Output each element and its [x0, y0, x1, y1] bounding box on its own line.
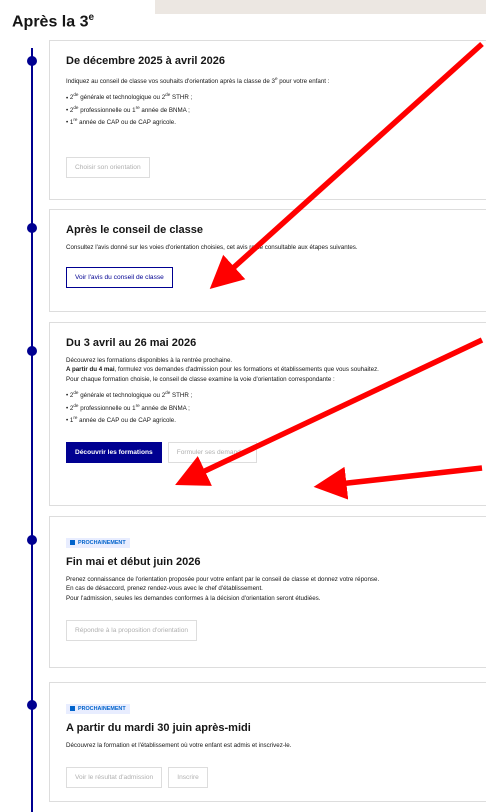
step-title: Après le conseil de classe: [66, 224, 203, 236]
info-icon: [70, 706, 75, 712]
option-item: 2de professionnelle ou 1re année de BNMA…: [66, 103, 486, 115]
timeline-rail: [31, 48, 33, 812]
option-item: 1re année de CAP ou de CAP agricole.: [66, 115, 486, 127]
info-icon: [70, 540, 75, 546]
step-intro: Indiquez au conseil de classe vos souhai…: [66, 74, 486, 86]
timeline-dot-2: [27, 223, 37, 233]
intro-text-end: pour votre enfant :: [277, 78, 330, 86]
orientation-options-list: 2de générale et technologique ou 2de STH…: [66, 388, 486, 425]
step-card-admission-result: PROCHAINEMENT A partir du mardi 30 juin …: [49, 682, 486, 802]
option-item: 2de générale et technologique ou 2de STH…: [66, 388, 486, 400]
view-council-opinion-button[interactable]: Voir l'avis du conseil de classe: [66, 267, 173, 289]
step-text-line: A partir du 4 mai, formulez vos demandes…: [66, 366, 379, 374]
step-text-line: Pour l'admission, seules les demandes co…: [66, 594, 321, 602]
step-text-line: En cas de désaccord, prenez rendez-vous …: [66, 585, 263, 593]
page-title: Après la 3e: [12, 12, 94, 31]
upcoming-badge: PROCHAINEMENT: [66, 704, 130, 714]
top-background-band: [155, 0, 486, 14]
option-item: 1re année de CAP ou de CAP agricole.: [66, 413, 486, 425]
step-text-line: Pour chaque formation choisie, le consei…: [66, 375, 335, 383]
discover-formations-button[interactable]: Découvrir les formations: [66, 441, 162, 463]
enroll-button[interactable]: Inscrire: [168, 767, 208, 789]
orientation-options-list: 2de générale et technologique ou 2de STH…: [66, 90, 486, 127]
step-card-choose-orientation: De décembre 2025 à avril 2026 Indiquez a…: [49, 40, 486, 200]
view-admission-result-button[interactable]: Voir le résultat d'admission: [66, 767, 163, 789]
choose-orientation-button[interactable]: Choisir son orientation: [66, 156, 150, 178]
step-text: Découvrez la formation et l'établissemen…: [66, 742, 292, 749]
answer-orientation-proposal-button[interactable]: Répondre à la proposition d'orientation: [66, 620, 198, 642]
step-text-line: Prenez connaissance de l'orientation pro…: [66, 576, 380, 583]
step-title: Fin mai et début juin 2026: [66, 556, 201, 568]
step-text: Consultez l'avis donné sur les voies d'o…: [66, 244, 358, 251]
step-card-class-council: Après le conseil de classe Consultez l'a…: [49, 209, 486, 312]
timeline-dot-3: [27, 346, 37, 356]
date-highlight: A partir du 4 mai: [66, 366, 115, 374]
option-item: 2de générale et technologique ou 2de STH…: [66, 90, 486, 102]
step-card-discover-formations: Du 3 avril au 26 mai 2026 Découvrez les …: [49, 322, 486, 506]
step-card-orientation-proposal: PROCHAINEMENT Fin mai et début juin 2026…: [49, 516, 486, 668]
upcoming-badge: PROCHAINEMENT: [66, 538, 130, 548]
intro-text: Indiquez au conseil de classe vos souhai…: [66, 78, 275, 86]
step-title: A partir du mardi 30 juin après-midi: [66, 722, 251, 734]
step-title: De décembre 2025 à avril 2026: [66, 55, 226, 67]
submit-requests-button[interactable]: Formuler ses demandes: [167, 441, 257, 463]
timeline-dot-4: [27, 535, 37, 545]
step-text-line: Découvrez les formations disponibles à l…: [66, 357, 233, 364]
option-item: 2de professionnelle ou 1re année de BNMA…: [66, 401, 486, 413]
page-title-text: Après la 3: [12, 13, 89, 31]
timeline-dot-5: [27, 700, 37, 710]
timeline-dot-1: [27, 56, 37, 66]
page-title-sup: e: [88, 12, 95, 23]
step-title: Du 3 avril au 26 mai 2026: [66, 337, 197, 349]
